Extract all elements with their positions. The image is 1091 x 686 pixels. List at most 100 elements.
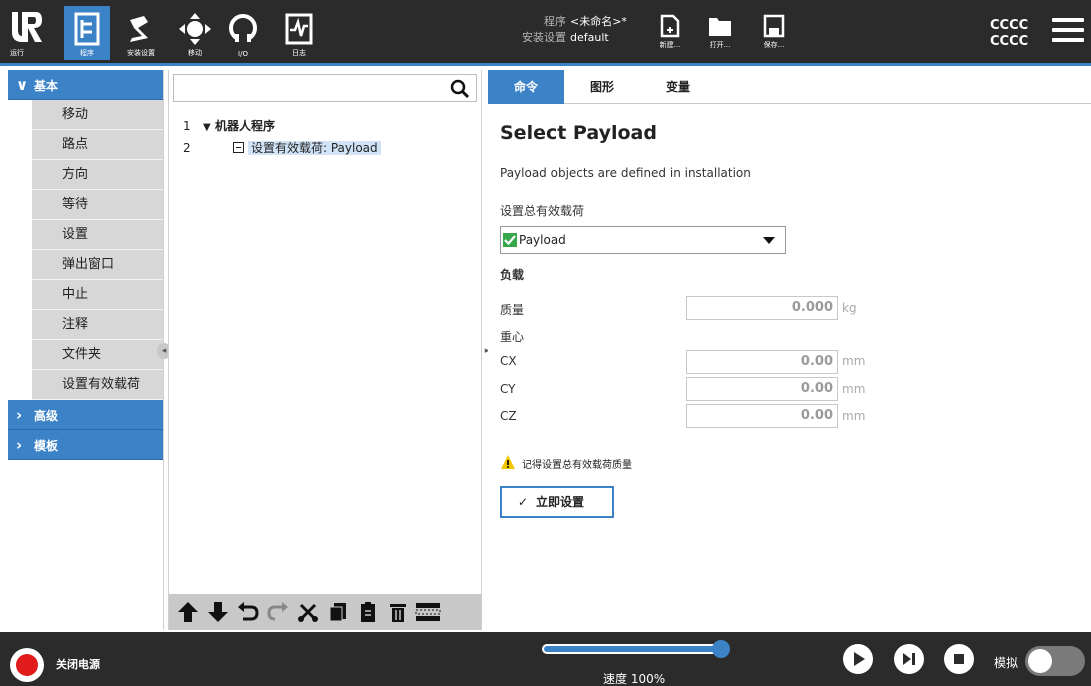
tab-log-label: 日志 [292,49,306,57]
sidebar-item-set-payload[interactable]: 设置有效载荷 [32,370,163,400]
io-icon [229,14,257,44]
simulation-label: 模拟 [994,656,1019,670]
chevron-down-icon: ∨ [16,76,29,94]
category-advanced[interactable]: › 高级 [8,400,163,430]
tab-log[interactable]: 日志 [276,6,322,60]
paste-icon [361,602,375,622]
sidebar-item-direction[interactable]: 方向 [32,160,163,190]
save-button[interactable]: 保存... [754,14,794,62]
tab-variables[interactable]: 变量 [640,70,716,104]
undo-button[interactable] [233,597,263,627]
sidebar-item-set[interactable]: 设置 [32,220,163,250]
cz-field[interactable]: 0.00 [686,404,838,428]
category-basic[interactable]: ∨ 基本 [8,70,163,100]
tab-installation[interactable]: 安装设置 [118,6,164,60]
copy-button[interactable] [323,597,353,627]
set-now-button[interactable]: ✓ 立即设置 [500,486,614,518]
cut-icon [298,603,318,622]
tree-row-robot-program[interactable]: 1 ▼ 机器人程序 [183,116,275,136]
installation-icon [130,16,148,42]
cy-label: CY [500,382,516,396]
stop-button[interactable] [944,644,974,674]
speed-slider-handle[interactable] [712,640,730,658]
command-detail-panel: 命令 图形 变量 Select Payload Payload objects … [488,70,1091,630]
cx-unit: mm [842,354,866,368]
tab-move-label: 移动 [188,49,202,57]
category-basic-label: 基本 [34,79,59,93]
sidebar-item-popup[interactable]: 弹出窗口 [32,250,163,280]
sidebar-item-halt[interactable]: 中止 [32,280,163,310]
load-section-label: 负载 [500,268,525,282]
tab-run[interactable]: 运行 [8,6,54,60]
tab-graphics[interactable]: 图形 [564,70,640,104]
cy-field[interactable]: 0.00 [686,377,838,401]
save-icon [763,14,785,38]
tree-row-number: 1 [183,119,191,133]
category-templates[interactable]: › 模板 [8,430,163,460]
power-label: 关闭电源 [56,658,100,671]
cy-unit: mm [842,382,866,396]
suppress-icon [415,603,441,621]
mass-label: 质量 [500,303,525,317]
user-line-2: CCCC [990,34,1029,49]
move-up-icon [178,602,198,622]
tree-row-number: 2 [183,141,191,155]
hamburger-menu-icon[interactable] [1052,18,1084,44]
open-button[interactable]: 打开... [700,14,740,62]
tab-io-label: I/O [238,50,248,58]
installation-key: 安装设置 [522,31,566,44]
step-button[interactable] [894,644,924,674]
tree-row-label: 设置有效载荷: Payload [248,141,381,155]
sidebar-item-folder[interactable]: 文件夹 [32,340,163,370]
step-icon [903,653,915,665]
redo-button[interactable] [263,597,293,627]
move-down-icon [208,602,228,622]
play-button[interactable] [843,644,873,674]
open-label: 打开... [709,41,731,49]
move-up-button[interactable] [173,597,203,627]
new-file-button[interactable]: 新建... [650,14,690,62]
cut-button[interactable] [293,597,323,627]
speed-slider[interactable] [542,644,720,654]
category-advanced-label: 高级 [34,409,59,423]
payload-select[interactable]: Payload [500,226,786,254]
tab-installation-label: 安装设置 [127,49,155,57]
checkmark-icon: ✓ [518,495,529,509]
copy-icon [329,603,346,622]
mass-unit: kg [842,301,857,315]
panel-tabs: 命令 图形 变量 [488,70,1091,104]
sidebar-item-move[interactable]: 移动 [32,100,163,130]
cx-label: CX [500,354,517,368]
warning-icon [501,455,515,469]
suppress-button[interactable] [413,597,443,627]
tab-move[interactable]: 移动 [172,6,218,60]
move-down-button[interactable] [203,597,233,627]
tree-search-input[interactable] [173,74,477,102]
program-key: 程序 [544,15,566,28]
cx-field[interactable]: 0.00 [686,350,838,374]
play-icon [854,652,865,666]
tab-program-label: 程序 [80,49,94,57]
sidebar-item-comment[interactable]: 注释 [32,310,163,340]
tab-command[interactable]: 命令 [488,70,564,104]
new-file-label: 新建... [659,41,681,49]
expand-triangle-icon[interactable]: ▼ [203,118,215,138]
tab-program[interactable]: 程序 [64,6,110,60]
installation-name: default [570,31,609,44]
node-minus-icon [233,142,244,153]
power-button[interactable] [10,648,44,682]
simulation-toggle[interactable] [1025,646,1085,676]
program-tree-panel: 1 ▼ 机器人程序 2 设置有效载荷: Payload [168,70,482,630]
tab-io[interactable]: I/O [220,6,266,60]
sidebar-item-wait[interactable]: 等待 [32,190,163,220]
user-info[interactable]: CCCC CCCC [990,18,1028,50]
mass-field[interactable]: 0.000 [686,296,838,320]
sidebar-item-waypoint[interactable]: 路点 [32,130,163,160]
tree-row-set-payload[interactable]: 2 设置有效载荷: Payload [183,138,381,158]
search-icon[interactable] [450,79,470,99]
delete-button[interactable] [383,597,413,627]
cz-label: CZ [500,409,517,423]
paste-button[interactable] [353,597,383,627]
tree-toolbar [169,594,481,630]
dropdown-caret-icon [763,237,775,244]
